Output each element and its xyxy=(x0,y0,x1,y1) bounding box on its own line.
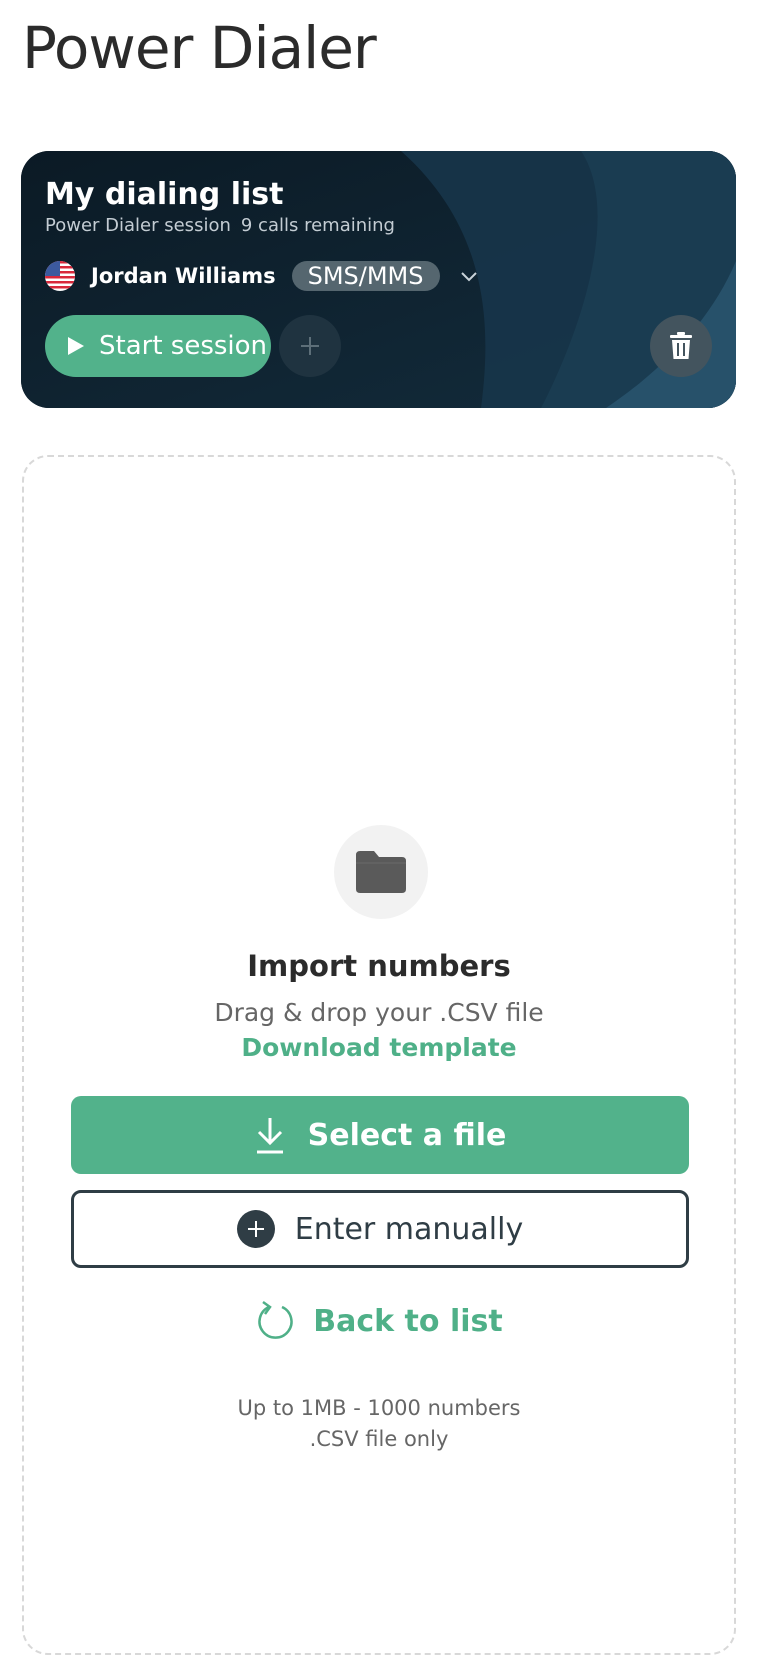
calls-remaining: 9 calls remaining xyxy=(240,215,395,236)
size-limit: Up to 1MB - 1000 numbers xyxy=(237,1396,521,1420)
plus-circle-icon xyxy=(236,1210,275,1248)
channel-badge[interactable]: SMS/MMS xyxy=(291,261,440,291)
us-flag-icon xyxy=(45,261,75,291)
trash-icon xyxy=(670,332,692,359)
import-description: Drag & drop your .CSV file xyxy=(214,998,544,1027)
download-template-link[interactable]: Download template xyxy=(24,1033,734,1062)
type-limit: .CSV file only xyxy=(309,1427,449,1451)
select-file-button[interactable]: Select a file xyxy=(71,1096,689,1174)
csv-drop-zone[interactable]: Import numbers Drag & drop your .CSV fil… xyxy=(22,455,736,1655)
plus-icon xyxy=(301,337,319,355)
dialing-list-title: My dialing list xyxy=(45,177,284,212)
start-session-label: Start session xyxy=(99,331,268,361)
agent-name: Jordan Williams xyxy=(91,264,276,288)
session-meta: Power Dialer session 9 calls remaining xyxy=(45,215,395,236)
play-icon xyxy=(68,337,84,355)
folder-icon xyxy=(356,851,406,893)
chevron-down-icon[interactable] xyxy=(458,265,480,287)
add-button[interactable] xyxy=(279,315,341,377)
refresh-icon xyxy=(258,1300,293,1339)
enter-manually-label: Enter manually xyxy=(294,1211,524,1247)
file-limits: Up to 1MB - 1000 numbers .CSV file only xyxy=(24,1393,734,1455)
import-title: Import numbers xyxy=(247,949,511,983)
select-file-label: Select a file xyxy=(307,1117,507,1153)
page-title: Power Dialer xyxy=(22,14,377,82)
back-to-list-link[interactable]: Back to list xyxy=(24,1299,734,1343)
start-session-button[interactable]: Start session xyxy=(45,315,271,377)
dialing-list-card: My dialing list Power Dialer session 9 c… xyxy=(21,151,736,408)
folder-icon-wrap xyxy=(334,825,428,919)
session-type: Power Dialer session xyxy=(45,215,231,236)
agent-row: Jordan Williams SMS/MMS xyxy=(45,259,480,293)
back-to-list-label: Back to list xyxy=(313,1303,503,1339)
enter-manually-button[interactable]: Enter manually xyxy=(71,1190,689,1268)
download-icon xyxy=(256,1118,283,1154)
delete-list-button[interactable] xyxy=(650,315,712,377)
